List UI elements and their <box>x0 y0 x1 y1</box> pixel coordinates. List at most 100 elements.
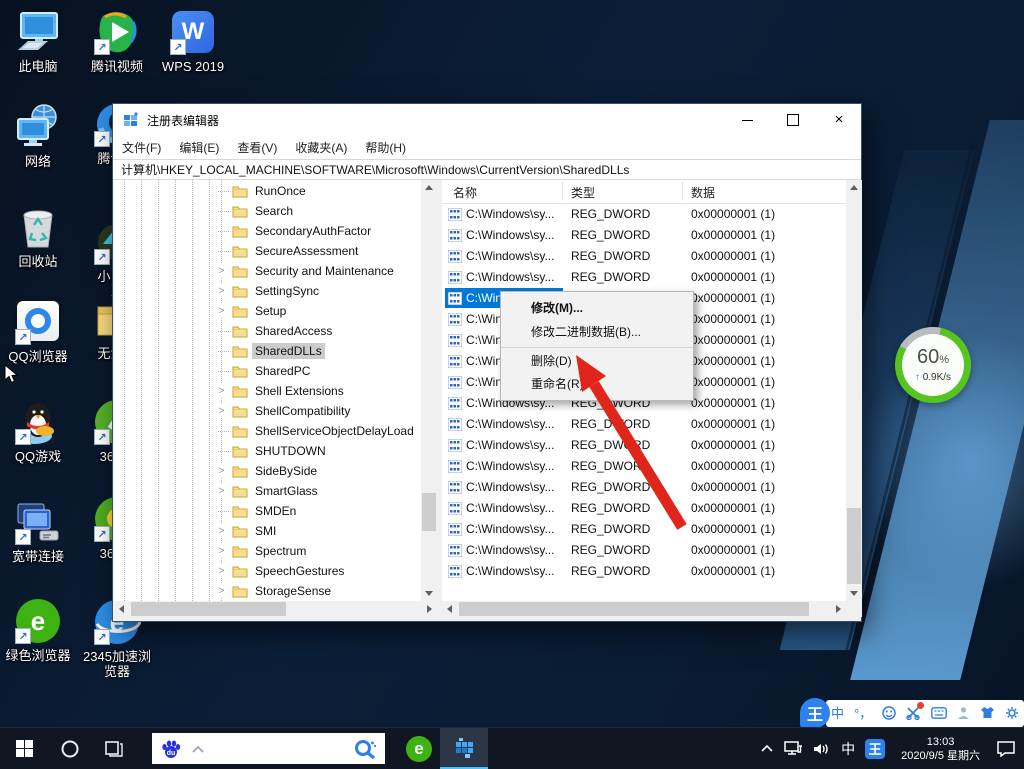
desktop-icon-recycle-bin[interactable]: 回收站 <box>0 203 76 269</box>
tree-vertical-scrollbar[interactable] <box>421 180 437 601</box>
settings-gear-icon[interactable] <box>1005 706 1019 722</box>
desktop-icon-qq-games[interactable]: ↗ QQ游戏 <box>0 398 76 464</box>
registry-value-row[interactable]: C:\Windows\sy... REG_DWORD 0x00000001 (1… <box>442 267 846 288</box>
scroll-right-icon[interactable] <box>836 605 841 613</box>
speed-ball[interactable]: 60% ↑ 0.9K/s <box>895 327 971 403</box>
tree-item[interactable]: > SpeechGestures <box>114 561 421 581</box>
tree-item[interactable]: > Shell Extensions <box>114 381 421 401</box>
skin-icon[interactable] <box>980 706 995 721</box>
registry-value-row[interactable]: C:\Windows\sy... REG_DWORD 0x00000001 (1… <box>442 246 846 267</box>
scroll-down-icon[interactable] <box>850 591 858 596</box>
action-center-icon[interactable] <box>996 740 1016 757</box>
column-header-type[interactable]: 类型 <box>571 184 595 201</box>
emoji-icon[interactable] <box>882 706 896 722</box>
maximize-button[interactable] <box>770 104 816 136</box>
menu-item[interactable]: 收藏夹(A) <box>286 139 356 156</box>
tree-item[interactable]: > SecondaryAuthFactor <box>114 221 421 241</box>
tree-item[interactable]: > ShellCompatibility <box>114 401 421 421</box>
registry-value-row[interactable]: C:\Windows\sy... REG_DWORD 0x00000001 (1… <box>442 498 846 519</box>
scrollbar-thumb[interactable] <box>459 602 809 616</box>
volume-icon[interactable] <box>813 742 831 756</box>
scroll-up-icon[interactable] <box>850 185 858 190</box>
tree-item[interactable]: > SMI <box>114 521 421 541</box>
expand-chevron-icon[interactable]: > <box>215 584 228 598</box>
scrollbar-thumb[interactable] <box>847 508 861 584</box>
task-view-button[interactable] <box>92 728 136 769</box>
ime-mode-indicator[interactable]: 中 <box>841 739 855 759</box>
menu-item[interactable]: 编辑(E) <box>170 139 228 156</box>
context-menu-item[interactable]: 删除(D) <box>501 347 693 372</box>
tree-item[interactable]: > SettingSync <box>114 281 421 301</box>
column-header-data[interactable]: 数据 <box>691 184 715 201</box>
expand-chevron-icon[interactable]: > <box>215 404 228 418</box>
desktop-icon-network[interactable]: 网络 <box>0 103 76 169</box>
registry-value-row[interactable]: C:\Windows\sy... REG_DWORD 0x00000001 (1… <box>442 204 846 225</box>
cortana-button[interactable] <box>48 728 92 769</box>
context-menu-item[interactable]: 重命名(R) <box>501 372 693 396</box>
registry-value-row[interactable]: C:\Windows\sy... REG_DWORD 0x00000001 (1… <box>442 561 846 582</box>
punctuation-icon[interactable]: °， <box>854 707 872 720</box>
tree-item[interactable]: > ShellServiceObjectDelayLoad <box>114 421 421 441</box>
chinese-mode-icon[interactable]: 中 <box>831 707 844 720</box>
registry-value-row[interactable]: C:\Windows\sy... REG_DWORD 0x00000001 (1… <box>442 435 846 456</box>
scroll-right-icon[interactable] <box>427 605 432 613</box>
desktop-icon-this-pc[interactable]: 此电脑 <box>0 8 76 74</box>
registry-tree-pane[interactable]: > RunOnce > Search > SecondaryAuth <box>114 180 421 601</box>
taskbar-regedit-button-active[interactable] <box>440 728 488 769</box>
scrollbar-thumb[interactable] <box>131 602 286 616</box>
expand-chevron-icon[interactable]: > <box>215 264 228 278</box>
address-bar[interactable]: 计算机\HKEY_LOCAL_MACHINE\SOFTWARE\Microsof… <box>113 159 861 180</box>
tree-item[interactable]: > SideBySide <box>114 461 421 481</box>
expand-chevron-icon[interactable]: > <box>215 544 228 558</box>
expand-chevron-icon[interactable]: > <box>215 384 228 398</box>
tree-horizontal-scrollbar[interactable] <box>114 601 437 617</box>
resize-grip[interactable] <box>846 601 862 617</box>
desktop-icon-tencent-video[interactable]: ↗ 腾讯视频 <box>79 8 155 74</box>
taskbar-search-box[interactable]: du <box>152 733 385 764</box>
expand-chevron-icon[interactable]: > <box>215 564 228 578</box>
desktop-icon-wps[interactable]: W ↗ WPS 2019 <box>155 8 231 74</box>
scroll-left-icon[interactable] <box>119 605 124 613</box>
expand-chevron-icon[interactable]: > <box>215 484 228 498</box>
registry-value-row[interactable]: C:\Windows\sy... REG_DWORD 0x00000001 (1… <box>442 225 846 246</box>
chevron-up-icon[interactable] <box>190 744 206 754</box>
tray-chevron-up-icon[interactable] <box>760 744 774 753</box>
tree-item[interactable]: > SharedPC <box>114 361 421 381</box>
menu-item[interactable]: 查看(V) <box>228 139 286 156</box>
search-magnifier-icon[interactable] <box>353 737 377 761</box>
registry-value-row[interactable]: C:\Windows\sy... REG_DWORD 0x00000001 (1… <box>442 540 846 561</box>
scroll-down-icon[interactable] <box>425 591 433 596</box>
tree-item[interactable]: > SecureAssessment <box>114 241 421 261</box>
start-button[interactable] <box>0 728 48 769</box>
tree-item[interactable]: > Search <box>114 201 421 221</box>
expand-chevron-icon[interactable]: > <box>215 464 228 478</box>
column-header-name[interactable]: 名称 <box>453 184 477 201</box>
keyboard-icon[interactable] <box>931 707 947 721</box>
tree-item[interactable]: > Setup <box>114 301 421 321</box>
menu-item[interactable]: 文件(F) <box>113 139 170 156</box>
desktop-icon-qq-browser[interactable]: ↗ QQ浏览器 <box>0 298 76 364</box>
registry-value-row[interactable]: C:\Windows\sy... REG_DWORD 0x00000001 (1… <box>442 519 846 540</box>
close-button[interactable]: × <box>816 104 862 136</box>
tree-item[interactable]: > SharedDLLs <box>114 341 421 361</box>
tree-item[interactable]: > SmartGlass <box>114 481 421 501</box>
clock[interactable]: 13:03 2020/9/5 星期六 <box>895 735 986 763</box>
registry-value-row[interactable]: C:\Windows\sy... REG_DWORD 0x00000001 (1… <box>442 477 846 498</box>
expand-chevron-icon[interactable]: > <box>215 524 228 538</box>
scroll-up-icon[interactable] <box>425 185 433 190</box>
menu-item[interactable]: 帮助(H) <box>356 139 415 156</box>
registry-value-row[interactable]: C:\Windows\sy... REG_DWORD 0x00000001 (1… <box>442 456 846 477</box>
context-menu-item[interactable]: 修改二进制数据(B)... <box>501 320 693 344</box>
sogou-tray-icon[interactable]: 王 <box>865 739 885 759</box>
screenshot-scissors-icon[interactable] <box>906 706 921 722</box>
context-menu-item[interactable]: 修改(M)... <box>501 296 693 320</box>
scroll-left-icon[interactable] <box>447 605 452 613</box>
expand-chevron-icon[interactable]: > <box>215 284 228 298</box>
titlebar[interactable]: 注册表编辑器 × <box>113 104 861 136</box>
list-vertical-scrollbar[interactable] <box>846 180 862 601</box>
desktop-icon-green-browser[interactable]: e ↗ 绿色浏览器 <box>0 597 76 663</box>
tree-item[interactable]: > Security and Maintenance <box>114 261 421 281</box>
registry-value-row[interactable]: C:\Windows\sy... REG_DWORD 0x00000001 (1… <box>442 414 846 435</box>
tree-item[interactable]: > SharedAccess <box>114 321 421 341</box>
expand-chevron-icon[interactable]: > <box>215 304 228 318</box>
